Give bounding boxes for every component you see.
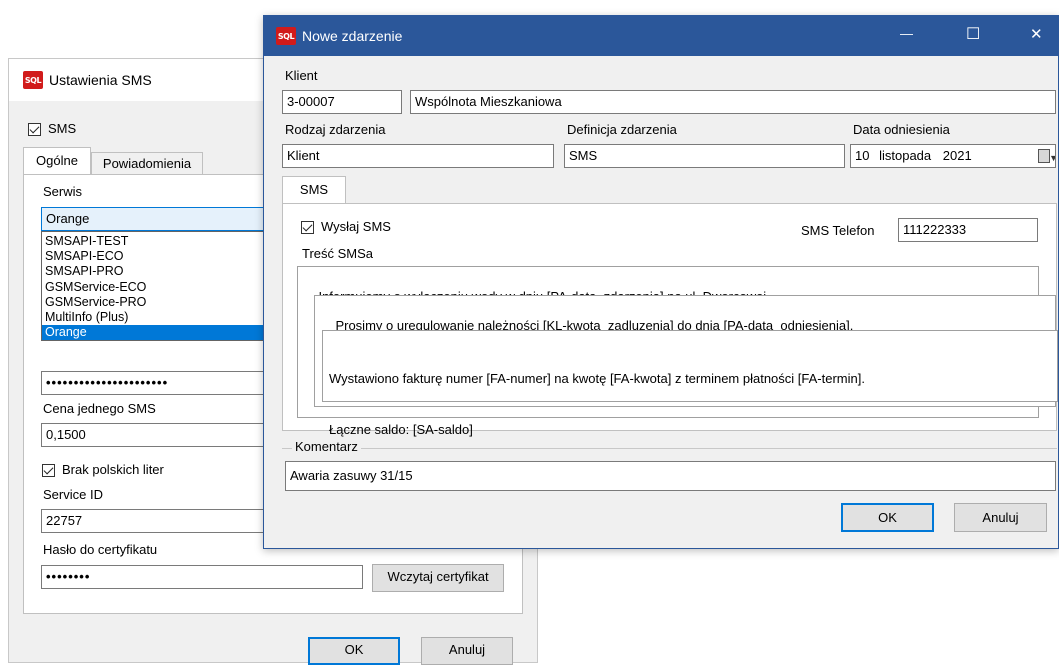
event-anuluj-button[interactable]: Anuluj — [954, 503, 1047, 532]
klient-name-input[interactable]: Wspólnota Mieszkaniowa — [410, 90, 1056, 114]
wyslij-sms-checkbox[interactable] — [301, 221, 314, 234]
tresc-textarea-3[interactable]: Wystawiono fakturę numer [FA-numer] na k… — [322, 330, 1058, 437]
rodzaj-input[interactable]: Klient — [282, 144, 554, 168]
password-field[interactable]: •••••••••••••••••••••• — [41, 371, 291, 395]
serwis-option[interactable]: SMSAPI-TEST — [42, 234, 290, 249]
haslo-value: •••••••• — [46, 569, 91, 584]
tresc-label: Treść SMSa — [302, 246, 374, 261]
tab-powiadomienia-label: Powiadomienia — [102, 156, 192, 171]
date-month: listopada — [879, 148, 932, 163]
tab-sms-label: SMS — [299, 182, 329, 197]
brak-polskich-label: Brak polskich liter — [62, 462, 164, 477]
komentarz-value: Awaria zasuwy 31/15 — [290, 468, 413, 483]
sms-ok-button[interactable]: OK — [308, 637, 400, 665]
sms-checkbox[interactable] — [28, 123, 41, 136]
sms-settings-title: Ustawienia SMS — [49, 72, 152, 88]
date-day: 10 — [855, 148, 870, 163]
serwis-combobox[interactable]: Orange — [41, 207, 291, 231]
tab-powiadomienia[interactable]: Powiadomienia — [91, 152, 203, 175]
data-odniesienia-label: Data odniesienia — [853, 122, 950, 137]
event-titlebar: SQL Nowe zdarzenie — ☐ ✕ — [264, 16, 1058, 56]
tab-sms[interactable]: SMS — [282, 176, 346, 204]
rodzaj-value: Klient — [287, 148, 320, 163]
tresc-line-3: Wystawiono fakturę numer [FA-numer] na k… — [329, 371, 865, 386]
serwis-option[interactable]: SMSAPI-ECO — [42, 249, 290, 264]
tresc-line-4: Łączne saldo: [SA-saldo] — [329, 422, 473, 437]
app-logo-icon: SQL — [276, 27, 296, 45]
service-id-label: Service ID — [43, 487, 103, 502]
serwis-option[interactable]: GSMService-ECO — [42, 280, 290, 295]
klient-label: Klient — [285, 68, 318, 83]
serwis-option[interactable]: GSMService-PRO — [42, 295, 290, 310]
klient-code-input[interactable]: 3-00007 — [282, 90, 402, 114]
tab-ogolne-label: Ogólne — [36, 153, 78, 168]
maximize-icon[interactable]: ☐ — [966, 24, 980, 44]
serwis-option-selected[interactable]: Orange — [42, 325, 290, 341]
definicja-label: Definicja zdarzenia — [567, 122, 677, 137]
event-window: SQL Nowe zdarzenie — ☐ ✕ Klient 3-00007 … — [263, 15, 1059, 549]
app-logo-icon: SQL — [23, 71, 43, 89]
sms-telefon-value: 111222333 — [903, 222, 967, 237]
brak-polskich-checkbox[interactable] — [42, 464, 55, 477]
komentarz-input[interactable]: Awaria zasuwy 31/15 — [285, 461, 1056, 491]
tab-ogolne[interactable]: Ogólne — [23, 147, 91, 175]
sms-checkbox-label: SMS — [48, 121, 77, 136]
klient-name-value: Wspólnota Mieszkaniowa — [415, 94, 562, 109]
wczytaj-certyfikat-button[interactable]: Wczytaj certyfikat — [372, 564, 504, 592]
serwis-option[interactable]: SMSAPI-PRO — [42, 264, 290, 279]
cena-value: 0,1500 — [46, 427, 86, 442]
serwis-dropdown-list: SMSAPI-TEST SMSAPI-ECO SMSAPI-PRO GSMSer… — [41, 231, 291, 341]
sms-telefon-label: SMS Telefon — [801, 223, 875, 238]
password-value: •••••••••••••••••••••• — [46, 375, 169, 390]
serwis-option[interactable]: MultiInfo (Plus) — [42, 310, 290, 325]
serwis-combobox-value: Orange — [46, 211, 90, 226]
serwis-label: Serwis — [43, 184, 83, 199]
data-odniesienia-picker[interactable]: 10 listopada 2021 ▼ — [850, 144, 1056, 168]
sms-telefon-input[interactable]: 111222333 — [898, 218, 1038, 242]
service-id-input[interactable]: 22757 — [41, 509, 291, 533]
definicja-input[interactable]: SMS — [564, 144, 845, 168]
haslo-input[interactable]: •••••••• — [41, 565, 363, 589]
komentarz-label: Komentarz — [292, 439, 361, 454]
rodzaj-label: Rodzaj zdarzenia — [285, 122, 386, 137]
definicja-value: SMS — [569, 148, 598, 163]
sms-anuluj-button[interactable]: Anuluj — [421, 637, 513, 665]
chevron-down-icon: ▼ — [1049, 149, 1055, 167]
haslo-label: Hasło do certyfikatu — [43, 542, 158, 557]
cena-input[interactable]: 0,1500 — [41, 423, 291, 447]
date-year: 2021 — [942, 148, 972, 163]
cena-label: Cena jednego SMS — [43, 401, 156, 416]
minimize-icon[interactable]: — — [900, 26, 913, 41]
close-icon[interactable]: ✕ — [1030, 25, 1043, 43]
wyslij-sms-label: Wysłaj SMS — [321, 219, 391, 234]
service-id-value: 22757 — [46, 513, 83, 528]
klient-code-value: 3-00007 — [287, 94, 335, 109]
event-title: Nowe zdarzenie — [302, 28, 403, 44]
event-ok-button[interactable]: OK — [841, 503, 934, 532]
